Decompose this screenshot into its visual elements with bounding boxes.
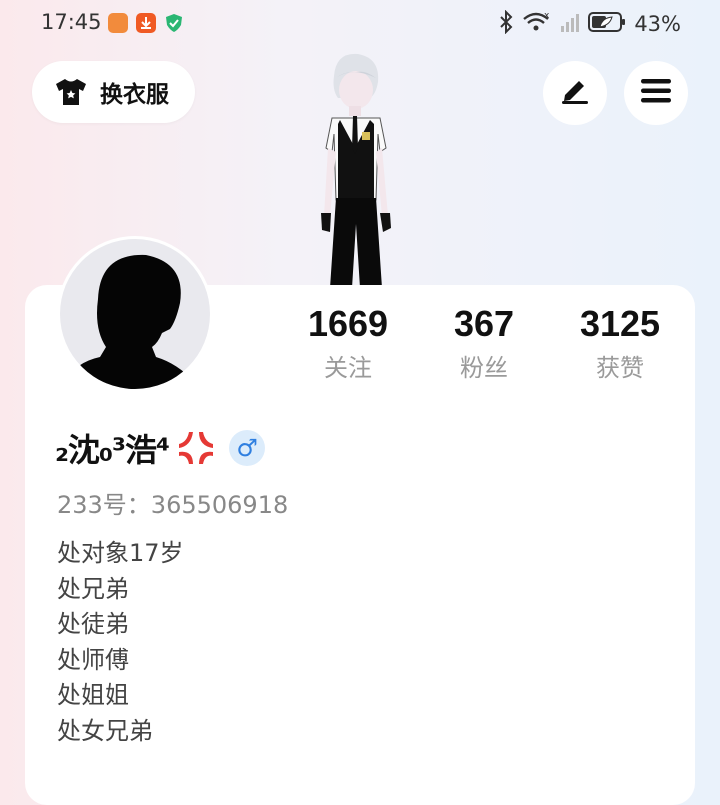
bluetooth-icon [498, 9, 514, 38]
bio-line: 处兄弟 [57, 574, 129, 603]
avatar-character[interactable] [290, 48, 410, 288]
username-row: ₂沈₀³浩⁴ ♂ [55, 424, 266, 472]
battery-percentage: 43% [634, 12, 681, 36]
stat-followers[interactable]: 367 粉丝 [414, 300, 554, 383]
likes-count: 3125 [579, 303, 661, 344]
menu-icon [640, 78, 672, 108]
following-label: 关注 [324, 354, 372, 382]
status-time: 17:45 [41, 10, 102, 34]
bio: 处对象17岁 处兄弟 处徒弟 处师傅 处姐姐 处女兄弟 [57, 536, 184, 749]
followers-label: 粉丝 [460, 354, 508, 382]
following-count: 1669 [307, 303, 389, 344]
app-notification-icon [108, 13, 128, 33]
stat-following[interactable]: 1669 关注 [278, 300, 418, 383]
edit-profile-button[interactable] [543, 61, 607, 125]
shield-icon [164, 13, 184, 33]
menu-button[interactable] [624, 61, 688, 125]
likes-label: 获赞 [596, 354, 644, 382]
anger-symbol-icon [173, 426, 217, 470]
male-gender-badge: ♂ [229, 430, 266, 466]
bio-line: 处师傅 [57, 645, 129, 674]
username: ₂沈₀³浩⁴ [55, 431, 170, 469]
bio-line: 处对象17岁 [57, 539, 184, 567]
change-outfit-button[interactable]: 换衣服 [32, 61, 195, 123]
signal-icon [560, 10, 580, 38]
download-icon [136, 13, 156, 33]
status-bar: 17:45 x 43% [0, 0, 720, 48]
bio-line: 处姐姐 [57, 681, 129, 709]
pen-icon [559, 77, 591, 109]
tshirt-icon [54, 77, 88, 107]
stat-likes[interactable]: 3125 获赞 [550, 300, 690, 383]
followers-count: 367 [453, 303, 515, 344]
user-id[interactable]: 233号：365506918 [57, 485, 288, 520]
change-outfit-label: 换衣服 [100, 82, 169, 108]
bio-line: 处徒弟 [57, 610, 129, 638]
battery-icon [588, 10, 626, 38]
wifi-icon: x [522, 10, 552, 38]
profile-avatar[interactable] [57, 236, 213, 392]
bio-line: 处女兄弟 [57, 716, 153, 745]
svg-text:x: x [544, 11, 550, 21]
